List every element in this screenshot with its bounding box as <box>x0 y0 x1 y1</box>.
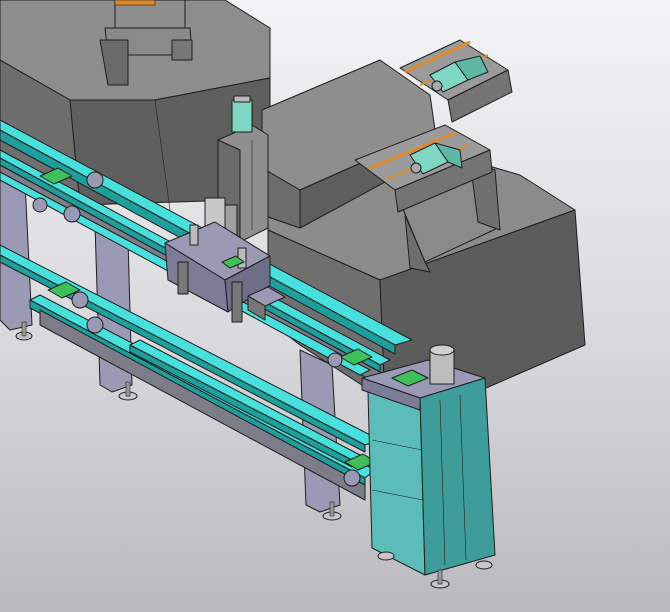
control-cabinet <box>361 359 496 576</box>
cabinet-servo-motor <box>429 344 455 385</box>
production-line-3d-model <box>0 0 586 589</box>
cad-viewport[interactable] <box>0 0 670 612</box>
